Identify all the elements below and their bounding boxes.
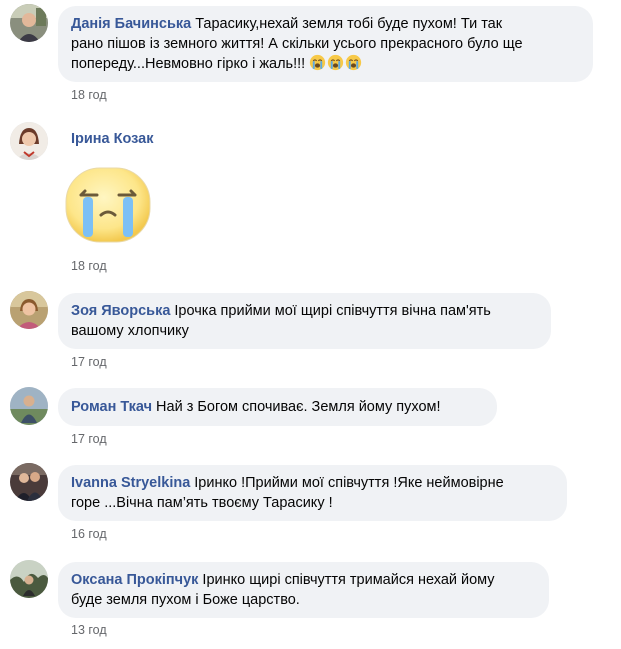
comment-author[interactable]: Ірина Козак [71, 131, 154, 147]
comment-timestamp[interactable]: 18 год [71, 259, 107, 273]
comment-timestamp[interactable]: 18 год [71, 88, 107, 102]
comment-text-line: Най з Богом спочиває. Земля йому пухом! [156, 399, 441, 415]
comments-thread: Данія Бачинська Тарасику,нехай земля тобі… [0, 0, 621, 649]
comment-text-line: Ірочка прийми мої щирі співчуття вічна п… [174, 303, 491, 319]
comment-bubble: Ivanna Stryelkina Іринко !Прийми мої спів… [58, 465, 567, 521]
crying-face-sticker-icon [65, 167, 151, 243]
comment-author[interactable]: Роман Ткач [71, 399, 152, 415]
comment-text-line: Тарасику,нехай земля тобі буде пухом! Ти… [195, 16, 503, 32]
comment-bubble: Оксана Прокіпчук Іринко щирі співчуття тр… [58, 562, 549, 618]
comment-timestamp[interactable]: 13 год [71, 623, 107, 637]
comment-timestamp[interactable]: 17 год [71, 432, 107, 446]
comment-text-line: буде земля пухом і Боже царство. [71, 592, 300, 608]
comment-text-line: Іринко щирі співчуття тримайся нехай йом… [202, 572, 495, 588]
comment-author[interactable]: Зоя Яворська [71, 303, 170, 319]
comment-bubble: Роман Ткач Най з Богом спочиває. Земля йо… [58, 388, 497, 426]
comment-text-line: горе ...Вічна пам’ять твоєму Тарасику ! [71, 495, 333, 511]
comment-timestamp[interactable]: 17 год [71, 355, 107, 369]
emoji-group [305, 54, 363, 72]
comment-timestamp[interactable]: 16 год [71, 527, 107, 541]
avatar[interactable] [10, 463, 48, 501]
comment-author[interactable]: Оксана Прокіпчук [71, 572, 198, 588]
avatar[interactable] [10, 122, 48, 160]
avatar[interactable] [10, 387, 48, 425]
avatar[interactable] [10, 4, 48, 42]
loudly-crying-face-icon [310, 54, 326, 71]
comment-text-line: Іринко !Прийми мої співчуття !Яке неймов… [194, 475, 504, 491]
comment-text-line: попереду...Невмовно гірко і жаль!!! [71, 56, 306, 72]
avatar[interactable] [10, 291, 48, 329]
comment-author[interactable]: Данія Бачинська [71, 16, 191, 32]
comment-text-line: рано пішов із земного життя! А скільки у… [71, 36, 523, 52]
loudly-crying-face-icon [328, 54, 344, 71]
avatar[interactable] [10, 560, 48, 598]
comment-author[interactable]: Ivanna Stryelkina [71, 475, 190, 491]
comment-bubble: Зоя Яворська Ірочка прийми мої щирі співч… [58, 293, 551, 349]
loudly-crying-face-icon [346, 54, 362, 71]
comment-bubble: Данія Бачинська Тарасику,нехай земля тобі… [58, 6, 593, 82]
comment-text-line: вашому хлопчику [71, 323, 189, 339]
